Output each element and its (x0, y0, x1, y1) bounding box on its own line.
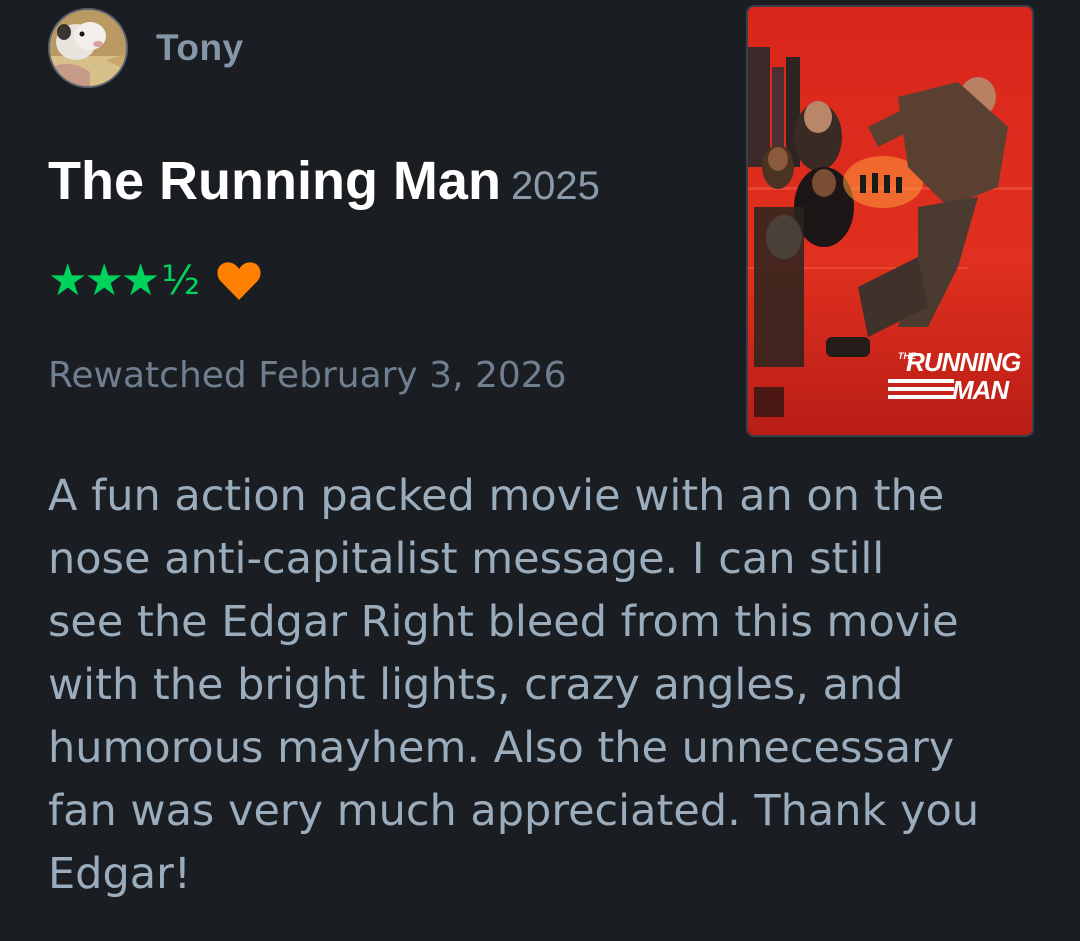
film-poster[interactable]: THE RUNNING MAN (746, 5, 1034, 437)
film-year[interactable]: 2025 (511, 164, 600, 208)
avatar[interactable] (48, 8, 128, 88)
poster-logo-line2: MAN (952, 375, 1009, 405)
reviewer-name[interactable]: Tony (156, 27, 244, 69)
review-line: A fun action packed movie with an on the (48, 471, 945, 521)
review-line: see the Edgar Right bleed from this movi… (48, 597, 959, 647)
film-heading: The Running Man 2025 (48, 150, 600, 212)
star-rating: ★★★ (48, 255, 160, 306)
poster-logo-line1: RUNNING (906, 347, 1021, 377)
review-line: nose anti-capitalist message. I can stil… (48, 534, 885, 584)
review-line: humorous mayhem. Also the unnecessary (48, 723, 955, 773)
review-line: fan was very much appreciated. Thank you (48, 786, 980, 836)
poster-logo: THE RUNNING MAN (888, 347, 1021, 417)
half-star: ½ (161, 258, 201, 304)
review-text: A fun action packed movie with an on the… (48, 465, 1048, 906)
review-header: Tony (48, 7, 244, 89)
review-line: Edgar! (48, 849, 192, 899)
review-line: with the bright lights, crazy angles, an… (48, 660, 904, 710)
watch-date: Rewatched February 3, 2026 (48, 355, 567, 396)
heart-icon (217, 262, 261, 300)
avatar-photo-icon (50, 10, 126, 86)
film-title[interactable]: The Running Man (48, 151, 501, 211)
poster-logo-stripes (888, 379, 954, 401)
rating-row: ★★★ ½ (48, 258, 262, 304)
